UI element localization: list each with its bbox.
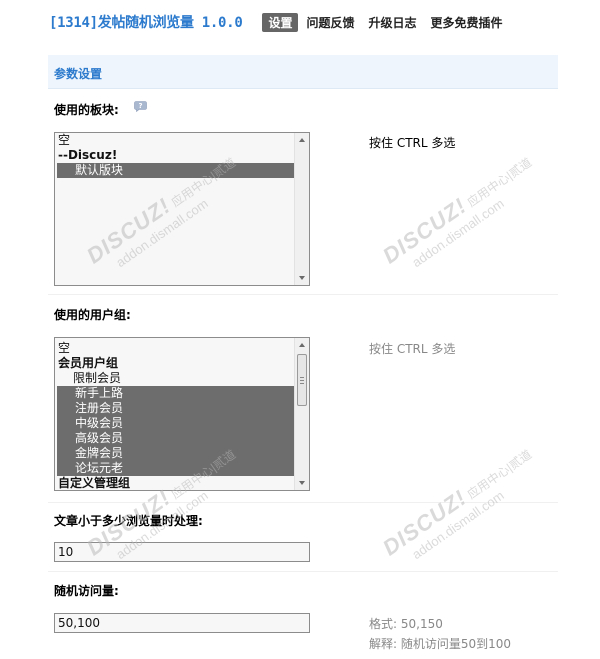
- random-views-label: 随机访问量:: [54, 584, 119, 598]
- section-header: 参数设置: [48, 55, 558, 89]
- scroll-down-arrow-icon[interactable]: [299, 276, 305, 280]
- usergroup-option[interactable]: 限制会员: [55, 371, 294, 386]
- watermark-cn: 应用中心|贰道: [464, 447, 535, 502]
- views-threshold-input[interactable]: 10: [54, 542, 310, 562]
- watermark-domain: addon.dismall.com: [409, 487, 507, 563]
- usergroup-group-members[interactable]: 会员用户组: [55, 356, 294, 371]
- usergroups-tip: 按住 CTRL 多选: [369, 342, 456, 356]
- section-title: 参数设置: [54, 67, 103, 81]
- watermark-domain: addon.dismall.com: [409, 195, 507, 271]
- usergroups-scrollbar[interactable]: [294, 338, 309, 490]
- forum-option-empty[interactable]: 空: [55, 133, 294, 148]
- divider: [48, 294, 558, 295]
- watermark-logo: DISCUZ! 应用中心|贰道 addon.dismall.com: [378, 148, 545, 282]
- nav-tabs: 设置 问题反馈 升级日志 更多免费插件: [262, 12, 510, 32]
- random-views-input[interactable]: 50,100: [54, 613, 310, 633]
- usergroup-option[interactable]: 中级会员: [57, 416, 294, 431]
- usergroup-option[interactable]: 论坛元老: [57, 461, 294, 476]
- usergroups-label: 使用的用户组:: [54, 308, 131, 322]
- svg-text:?: ?: [138, 102, 142, 110]
- usergroup-option-empty[interactable]: 空: [55, 341, 294, 356]
- watermark-brand: DISCUZ!: [378, 192, 472, 269]
- usergroup-option[interactable]: 新手上路: [57, 386, 294, 401]
- forums-scrollbar[interactable]: [294, 133, 309, 285]
- forum-group-discuz[interactable]: --Discuz!: [55, 148, 294, 163]
- usergroup-option[interactable]: 高级会员: [57, 431, 294, 446]
- divider: [48, 502, 558, 503]
- watermark-logo: DISCUZ! 应用中心|贰道 addon.dismall.com: [378, 440, 545, 574]
- forum-option-default[interactable]: 默认版块: [57, 163, 294, 178]
- usergroup-option[interactable]: 金牌会员: [57, 446, 294, 461]
- forums-select[interactable]: 空 --Discuz! 默认版块: [54, 132, 310, 286]
- watermark-brand: DISCUZ!: [378, 484, 472, 561]
- usergroups-select[interactable]: 空 会员用户组 限制会员 新手上路 注册会员 中级会员 高级会员 金牌会员 论坛…: [54, 337, 310, 491]
- usergroups-option-list: 空 会员用户组 限制会员 新手上路 注册会员 中级会员 高级会员 金牌会员 论坛…: [55, 338, 294, 490]
- scroll-up-arrow-icon[interactable]: [299, 343, 305, 347]
- forums-tip: 按住 CTRL 多选: [369, 136, 456, 150]
- views-threshold-label: 文章小于多少浏览量时处理:: [54, 514, 203, 528]
- app-title: [1314]发帖随机浏览量 1.0.0: [49, 15, 243, 31]
- random-views-format-tip: 格式: 50,150: [369, 617, 443, 631]
- top-bar: [1314]发帖随机浏览量 1.0.0 设置 问题反馈 升级日志 更多免费插件: [49, 10, 579, 34]
- usergroup-option[interactable]: 注册会员: [57, 401, 294, 416]
- forums-option-list: 空 --Discuz! 默认版块: [55, 133, 294, 285]
- watermark-cn: 应用中心|贰道: [464, 155, 535, 210]
- scroll-thumb[interactable]: [297, 354, 307, 406]
- usergroup-group-custom-admin[interactable]: 自定义管理组: [55, 476, 294, 490]
- scroll-down-arrow-icon[interactable]: [299, 481, 305, 485]
- tab-settings[interactable]: 设置: [262, 12, 299, 32]
- tab-changelog[interactable]: 升级日志: [362, 13, 422, 32]
- question-bubble-icon[interactable]: ?: [134, 101, 147, 112]
- tab-more-plugins[interactable]: 更多免费插件: [425, 13, 509, 32]
- random-views-explain-tip: 解释: 随机访问量50到100: [369, 637, 512, 651]
- scroll-up-arrow-icon[interactable]: [299, 138, 305, 142]
- forums-label: 使用的板块:: [54, 103, 119, 117]
- tab-feedback[interactable]: 问题反馈: [300, 13, 360, 32]
- divider: [48, 571, 558, 572]
